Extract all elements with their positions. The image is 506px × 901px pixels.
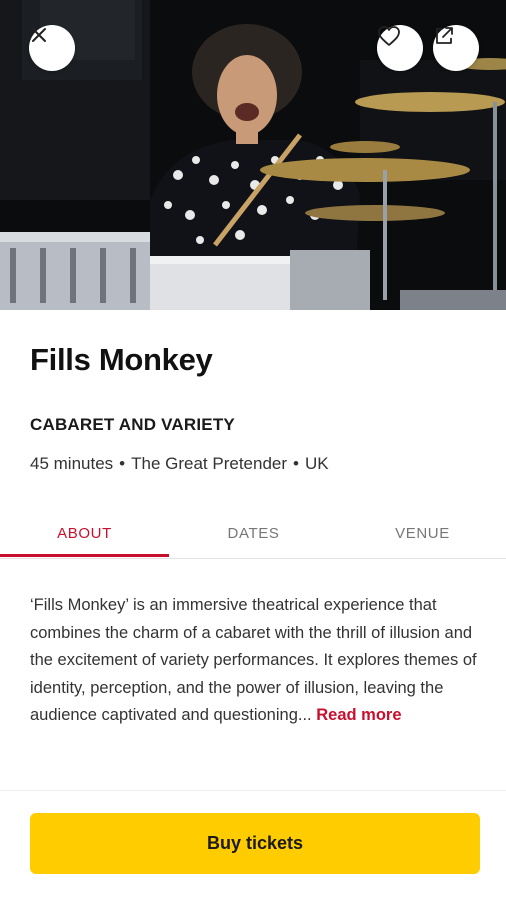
active-tab-indicator bbox=[0, 554, 169, 557]
meta-separator: • bbox=[293, 454, 299, 473]
buy-tickets-button[interactable]: Buy tickets bbox=[30, 813, 480, 874]
show-duration: 45 minutes bbox=[30, 454, 114, 473]
show-country: UK bbox=[305, 454, 329, 473]
hero-image bbox=[0, 0, 506, 310]
tab-dates[interactable]: DATES bbox=[169, 510, 338, 556]
favorite-button[interactable] bbox=[377, 25, 423, 71]
page-title: Fills Monkey bbox=[30, 342, 213, 377]
bottom-bar: Buy tickets bbox=[0, 790, 506, 901]
drummer-photo bbox=[0, 0, 506, 310]
close-button[interactable] bbox=[29, 25, 75, 71]
about-text: ‘Fills Monkey’ is an immersive theatrica… bbox=[30, 592, 478, 730]
show-category: CABARET AND VARIETY bbox=[30, 415, 235, 434]
tab-venue[interactable]: VENUE bbox=[338, 510, 506, 556]
tab-about[interactable]: ABOUT bbox=[0, 510, 169, 556]
meta-separator: • bbox=[119, 454, 126, 473]
read-more-link[interactable]: Read more bbox=[316, 706, 401, 724]
show-venue: The Great Pretender bbox=[131, 454, 288, 473]
show-meta: 45 minutes • The Great Pretender • UK bbox=[30, 454, 329, 474]
about-description: ‘Fills Monkey’ is an immersive theatrica… bbox=[30, 596, 477, 724]
tab-bar: ABOUT DATES VENUE bbox=[0, 510, 506, 559]
share-button[interactable] bbox=[433, 25, 479, 71]
